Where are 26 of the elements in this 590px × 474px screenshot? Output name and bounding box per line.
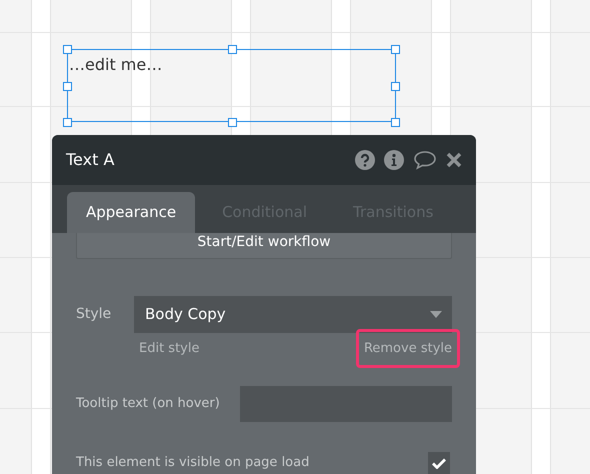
panel-title: Text A — [66, 149, 114, 171]
workflow-button[interactable]: Start/Edit workflow — [76, 233, 452, 259]
remove-style-link[interactable]: Remove style — [356, 329, 460, 368]
tooltip-label: Tooltip text (on hover) — [76, 395, 221, 414]
resize-handle[interactable] — [63, 118, 72, 127]
resize-handle[interactable] — [391, 118, 400, 127]
resize-handle[interactable] — [228, 118, 237, 127]
style-label: Style — [76, 305, 112, 324]
edit-style-link[interactable]: Edit style — [139, 338, 200, 358]
info-icon[interactable] — [384, 150, 404, 170]
check-icon — [432, 458, 446, 468]
resize-handle[interactable] — [391, 82, 400, 91]
visible-label: This element is visible on page load — [76, 454, 310, 472]
comment-icon[interactable] — [413, 150, 437, 170]
style-dropdown[interactable]: Body Copy — [134, 296, 452, 333]
visible-checkbox[interactable] — [428, 452, 450, 474]
resize-handle[interactable] — [63, 45, 72, 54]
resize-handle[interactable] — [391, 45, 400, 54]
element-text: …edit me… — [69, 55, 162, 74]
panel-tab[interactable]: Appearance — [67, 192, 196, 233]
resize-handle[interactable] — [63, 82, 72, 91]
help-icon[interactable] — [355, 150, 375, 170]
tooltip-field[interactable] — [240, 386, 452, 422]
caret-icon — [430, 311, 442, 318]
close-icon[interactable] — [446, 152, 462, 168]
resize-handle[interactable] — [228, 45, 237, 54]
